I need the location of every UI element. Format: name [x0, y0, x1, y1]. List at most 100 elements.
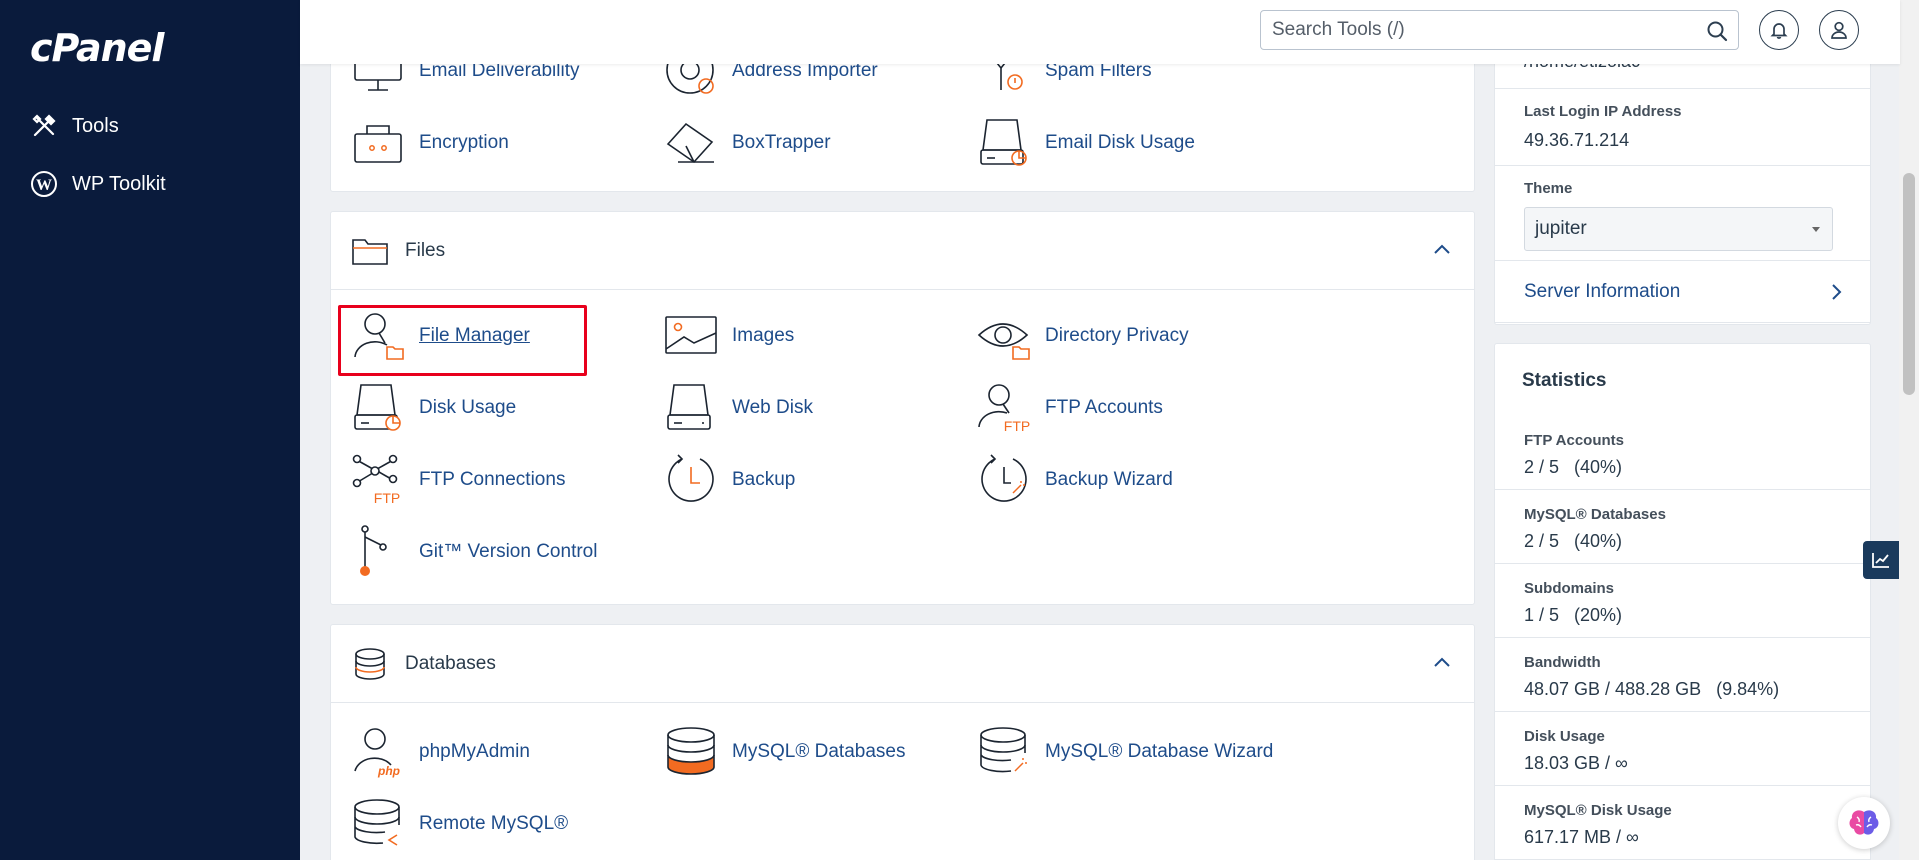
- search-input[interactable]: [1261, 19, 1681, 41]
- last-login-label: Last Login IP Address: [1524, 103, 1682, 120]
- server-information-label: Server Information: [1524, 280, 1681, 302]
- svg-text:FTP: FTP: [1004, 418, 1030, 434]
- git-icon: [360, 525, 387, 576]
- tool-ftp-connections[interactable]: FTP FTP Connections: [351, 450, 565, 510]
- database-wizard-icon: [980, 727, 1027, 773]
- disk-usage-icon: [980, 119, 1027, 166]
- phpmyadmin-icon: php: [354, 728, 400, 778]
- stat-row: Disk Usage 18.03 GB / ∞: [1495, 712, 1870, 786]
- file-manager-icon: [354, 313, 404, 360]
- stat-row: MySQL® Databases 2 / 5 (40%): [1495, 490, 1870, 564]
- stat-row: Subdomains 1 / 5 (20%): [1495, 564, 1870, 638]
- stat-label: Bandwidth: [1524, 654, 1601, 671]
- image-icon: [665, 316, 717, 354]
- stat-label: Subdomains: [1524, 580, 1615, 597]
- theme-select-value: jupiter: [1535, 218, 1587, 239]
- stat-row: Bandwidth 48.07 GB / 488.28 GB (9.84%): [1495, 638, 1870, 712]
- svg-text:FTP: FTP: [374, 490, 400, 506]
- stat-value: 48.07 GB / 488.28 GB (9.84%): [1524, 679, 1780, 699]
- files-section: Files File Manager Images Directory Priv…: [330, 211, 1475, 605]
- user-icon: [1831, 21, 1847, 39]
- database-icon: [355, 647, 385, 680]
- tool-directory-privacy[interactable]: Directory Privacy: [977, 306, 1189, 366]
- stat-label: MySQL® Databases: [1524, 506, 1666, 523]
- stat-value: 18.03 GB / ∞: [1524, 753, 1628, 773]
- stat-value: 2 / 5 (40%): [1524, 457, 1623, 477]
- brain-icon: [1849, 810, 1879, 835]
- disk-usage-icon: [354, 384, 401, 431]
- tool-file-manager[interactable]: File Manager: [351, 306, 530, 366]
- top-bar: [300, 0, 1900, 64]
- tool-mysql-databases[interactable]: MySQL® Databases: [664, 722, 905, 782]
- stat-label: FTP Accounts: [1524, 432, 1625, 449]
- files-section-header[interactable]: Files: [331, 212, 1474, 290]
- cpanel-logo[interactable]: cPanel: [30, 26, 164, 70]
- search-icon[interactable]: [1706, 20, 1728, 42]
- databases-section: Databases php phpMyAdmin MySQL® Database…: [330, 624, 1475, 860]
- stat-value: 1 / 5 (20%): [1524, 605, 1623, 625]
- tool-ftp-accounts[interactable]: FTP FTP Accounts: [977, 378, 1163, 438]
- last-login-value: 49.36.71.214: [1524, 130, 1630, 150]
- theme-label: Theme: [1524, 180, 1573, 197]
- chevron-right-icon: [1832, 284, 1842, 300]
- web-disk-icon: [667, 384, 711, 430]
- tool-remote-mysql[interactable]: Remote MySQL®: [351, 794, 568, 854]
- stat-label: MySQL® Disk Usage: [1524, 802, 1672, 819]
- statistics-title: Statistics: [1522, 370, 1607, 391]
- sidebar-item-wp-toolkit[interactable]: W WP Toolkit: [30, 166, 166, 202]
- files-section-title: Files: [405, 239, 446, 261]
- backup-icon: [668, 454, 714, 502]
- statistics-panel: Statistics FTP Accounts 2 / 5 (40%) MySQ…: [1494, 343, 1871, 860]
- wordpress-icon: W: [31, 171, 57, 197]
- eye-folder-icon: [977, 323, 1030, 360]
- folder-icon: [352, 238, 388, 265]
- stat-row: MySQL® Disk Usage 617.17 MB / ∞: [1495, 786, 1870, 860]
- chevron-up-icon[interactable]: [1432, 242, 1452, 256]
- sidebar-item-tools[interactable]: Tools: [30, 108, 119, 144]
- notifications-button[interactable]: [1759, 10, 1799, 50]
- scrollbar-thumb[interactable]: [1903, 173, 1915, 395]
- sidebar-item-label: Tools: [72, 114, 119, 137]
- page-scrollbar[interactable]: [1899, 0, 1919, 860]
- tool-phpmyadmin[interactable]: php phpMyAdmin: [351, 722, 530, 782]
- tool-disk-usage[interactable]: Disk Usage: [351, 378, 516, 438]
- tool-encryption[interactable]: Encryption: [351, 113, 509, 173]
- theme-row: Theme jupiter: [1495, 166, 1870, 261]
- tools-icon: [32, 114, 56, 137]
- stat-value: 617.17 MB / ∞: [1524, 827, 1639, 847]
- tool-boxtrapper[interactable]: BoxTrapper: [664, 113, 831, 173]
- tool-backup[interactable]: Backup: [664, 450, 795, 510]
- tool-web-disk[interactable]: Web Disk: [664, 378, 813, 438]
- sidebar-item-label: WP Toolkit: [72, 172, 166, 195]
- tool-backup-wizard[interactable]: Backup Wizard: [977, 450, 1173, 510]
- svg-text:php: php: [377, 764, 400, 778]
- stats-chart-toggle[interactable]: [1863, 541, 1899, 579]
- caret-down-icon: [1812, 227, 1820, 232]
- ftp-accounts-icon: FTP: [978, 384, 1030, 434]
- stat-row: FTP Accounts 2 / 5 (40%): [1495, 416, 1870, 490]
- search-box[interactable]: [1260, 10, 1739, 50]
- databases-section-header[interactable]: Databases: [331, 625, 1474, 703]
- tool-images[interactable]: Images: [664, 306, 794, 366]
- stat-label: Disk Usage: [1524, 728, 1605, 745]
- chart-icon: [1872, 553, 1889, 568]
- backup-wizard-icon: [981, 454, 1027, 502]
- encryption-icon: [354, 125, 402, 163]
- stat-value: 2 / 5 (40%): [1524, 531, 1623, 551]
- tool-mysql-database-wizard[interactable]: MySQL® Database Wizard: [977, 722, 1273, 782]
- databases-section-title: Databases: [405, 652, 496, 674]
- server-information-link[interactable]: Server Information: [1495, 261, 1870, 323]
- remote-mysql-icon: [354, 799, 400, 846]
- boxtrapper-icon: [666, 122, 714, 164]
- theme-select[interactable]: jupiter: [1524, 207, 1833, 251]
- tool-git-version-control[interactable]: Git™ Version Control: [351, 522, 597, 582]
- tool-email-disk-usage[interactable]: Email Disk Usage: [977, 113, 1195, 173]
- database-icon: [667, 727, 715, 775]
- chevron-up-icon[interactable]: [1432, 655, 1452, 669]
- svg-text:W: W: [36, 177, 52, 194]
- sidebar: cPanel Tools W WP Toolkit: [0, 0, 300, 860]
- last-login-row: Last Login IP Address 49.36.71.214: [1495, 89, 1870, 166]
- assistant-button[interactable]: [1838, 797, 1890, 849]
- bell-icon: [1770, 23, 1788, 39]
- user-menu-button[interactable]: [1819, 10, 1859, 50]
